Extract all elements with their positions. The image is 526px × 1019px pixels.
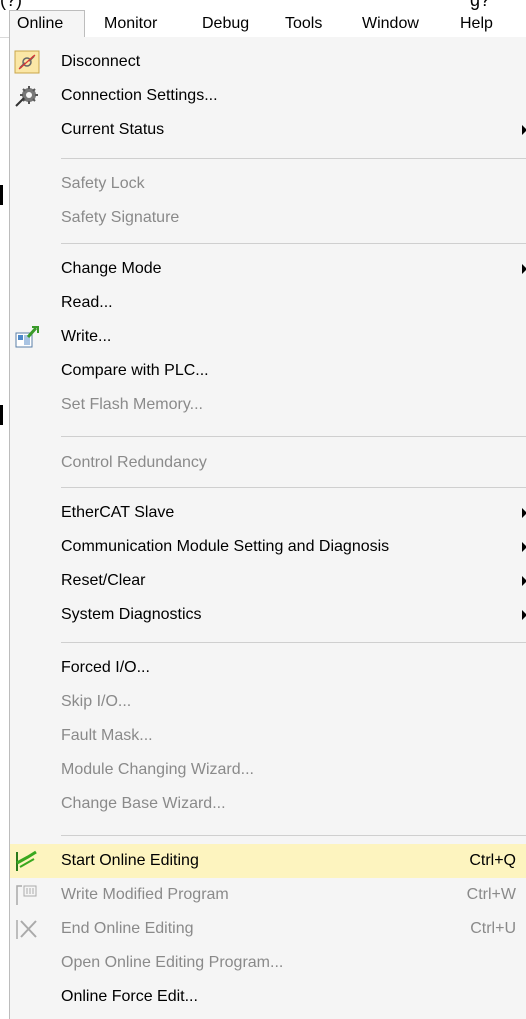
menu-debug[interactable]: Debug [202, 10, 249, 37]
menu-item-compare-with-plc[interactable]: Compare with PLC... [10, 354, 526, 388]
submenu-arrow-icon [522, 610, 526, 620]
left-edge-artifact [0, 405, 3, 425]
menu-tools[interactable]: Tools [285, 10, 322, 37]
menu-item-system-diagnostics[interactable]: System Diagnostics [10, 598, 526, 632]
menu-window[interactable]: Window [362, 10, 419, 37]
menu-item-connection-settings[interactable]: Connection Settings... [10, 79, 526, 113]
submenu-arrow-icon [522, 508, 526, 518]
disconnect-icon [14, 50, 40, 74]
connection-settings-icon [15, 86, 38, 107]
menu-item-online-force-edit[interactable]: Online Force Edit... [10, 980, 526, 1014]
menu-item-change-mode[interactable]: Change Mode [10, 252, 526, 286]
title-fragment-left: (?) [0, 0, 22, 10]
submenu-arrow-icon [522, 125, 526, 135]
menu-item-fault-mask[interactable]: Fault Mask... [10, 719, 526, 753]
title-fragment-right: g? [470, 0, 491, 10]
menu-item-ethercat-slave[interactable]: EtherCAT Slave [10, 496, 526, 530]
menu-item-set-flash-memory[interactable]: Set Flash Memory... [10, 388, 526, 422]
menu-item-communication-module-setting[interactable]: Communication Module Setting and Diagnos… [10, 530, 526, 564]
menu-item-start-online-editing[interactable]: Start Online Editing Ctrl+Q [10, 844, 526, 878]
menu-item-safety-lock[interactable]: Safety Lock [10, 167, 526, 201]
end-online-editing-icon [16, 920, 37, 939]
menu-item-forced-io[interactable]: Forced I/O... [10, 651, 526, 685]
menu-bar: Online Monitor Debug Tools Window Help [0, 10, 526, 39]
online-dropdown-menu: Disconnect Connection Settings... Curren… [9, 37, 526, 1019]
menu-item-change-base-wizard[interactable]: Change Base Wizard... [10, 787, 526, 821]
menu-online[interactable]: Online [9, 10, 85, 39]
submenu-arrow-icon [522, 264, 526, 274]
menu-item-reset-clear[interactable]: Reset/Clear [10, 564, 526, 598]
submenu-arrow-icon [522, 542, 526, 552]
write-to-plc-icon [15, 326, 39, 348]
menu-separator [61, 243, 526, 244]
top-window-title-fragment: (?) g? [0, 0, 526, 10]
menu-monitor[interactable]: Monitor [104, 10, 157, 37]
menu-item-read[interactable]: Read... [10, 286, 526, 320]
menu-item-control-redundancy[interactable]: Control Redundancy [10, 446, 526, 480]
menu-separator [61, 158, 526, 159]
write-modified-program-icon [16, 885, 37, 905]
menu-item-module-changing-wizard[interactable]: Module Changing Wizard... [10, 753, 526, 787]
menu-item-disconnect[interactable]: Disconnect [10, 45, 526, 79]
menu-separator [61, 835, 526, 836]
menu-item-write-modified-program[interactable]: Write Modified Program Ctrl+W [10, 878, 526, 912]
submenu-arrow-icon [522, 576, 526, 586]
menu-item-open-online-editing-program[interactable]: Open Online Editing Program... [10, 946, 526, 980]
start-online-editing-icon [16, 850, 37, 871]
menu-item-safety-signature[interactable]: Safety Signature [10, 201, 526, 235]
menu-item-current-status[interactable]: Current Status [10, 113, 526, 147]
menu-help[interactable]: Help [460, 10, 493, 37]
menu-separator [61, 642, 526, 643]
menu-separator [61, 436, 526, 437]
menu-item-write[interactable]: Write... [10, 320, 526, 354]
menu-separator [61, 487, 526, 488]
menu-item-end-online-editing[interactable]: End Online Editing Ctrl+U [10, 912, 526, 946]
left-edge-artifact [0, 185, 3, 205]
menu-item-skip-io[interactable]: Skip I/O... [10, 685, 526, 719]
